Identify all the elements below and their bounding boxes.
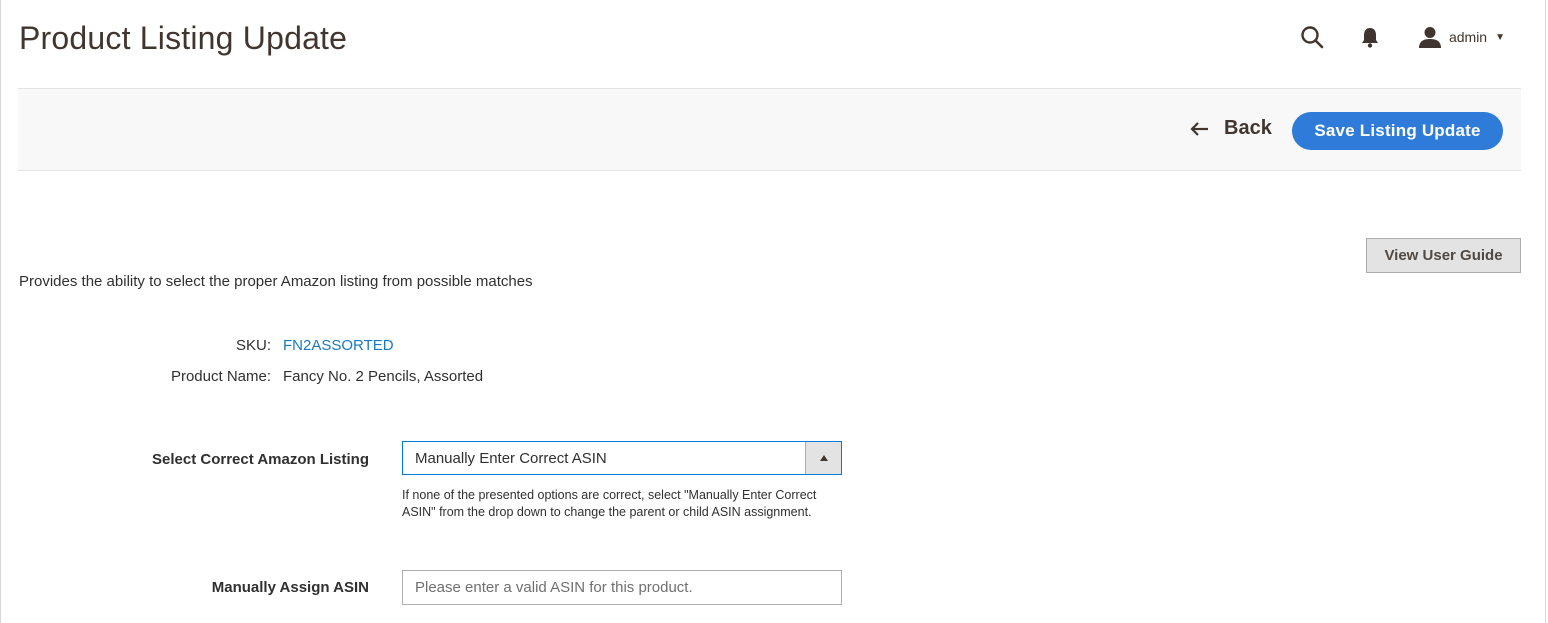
sku-link[interactable]: FN2ASSORTED: [283, 337, 394, 354]
amazon-listing-select[interactable]: Manually Enter Correct ASIN: [402, 441, 842, 475]
manual-asin-label: Manually Assign ASIN: [211, 579, 369, 596]
page-description: Provides the ability to select the prope…: [19, 273, 533, 290]
save-listing-update-button[interactable]: Save Listing Update: [1292, 112, 1503, 150]
view-user-guide-button[interactable]: View User Guide: [1366, 238, 1521, 273]
back-label: Back: [1224, 117, 1272, 139]
select-listing-label: Select Correct Amazon Listing: [152, 451, 369, 468]
arrow-left-icon: [1190, 121, 1208, 136]
manual-asin-input[interactable]: [402, 570, 842, 605]
product-name-label: Product Name:: [170, 368, 271, 385]
header-actions: admin ▼: [1297, 22, 1505, 52]
chevron-up-icon[interactable]: [805, 442, 841, 474]
bell-icon[interactable]: [1357, 22, 1383, 52]
back-button[interactable]: Back: [1190, 117, 1272, 140]
page-frame: Product Listing Update admin ▼ Back Save…: [0, 0, 1546, 623]
user-icon: [1418, 26, 1441, 48]
amazon-listing-select-value: Manually Enter Correct ASIN: [415, 449, 607, 467]
product-name-value: Fancy No. 2 Pencils, Assorted: [283, 368, 484, 385]
page-title: Product Listing Update: [19, 20, 348, 56]
user-name: admin: [1448, 29, 1488, 45]
page-actions-toolbar: Back Save Listing Update: [18, 88, 1521, 171]
search-icon[interactable]: [1297, 22, 1327, 52]
select-listing-note: If none of the presented options are cor…: [402, 488, 817, 519]
chevron-down-icon: ▼: [1495, 31, 1505, 43]
user-menu[interactable]: admin ▼: [1418, 26, 1505, 48]
sku-label: SKU:: [235, 337, 271, 354]
